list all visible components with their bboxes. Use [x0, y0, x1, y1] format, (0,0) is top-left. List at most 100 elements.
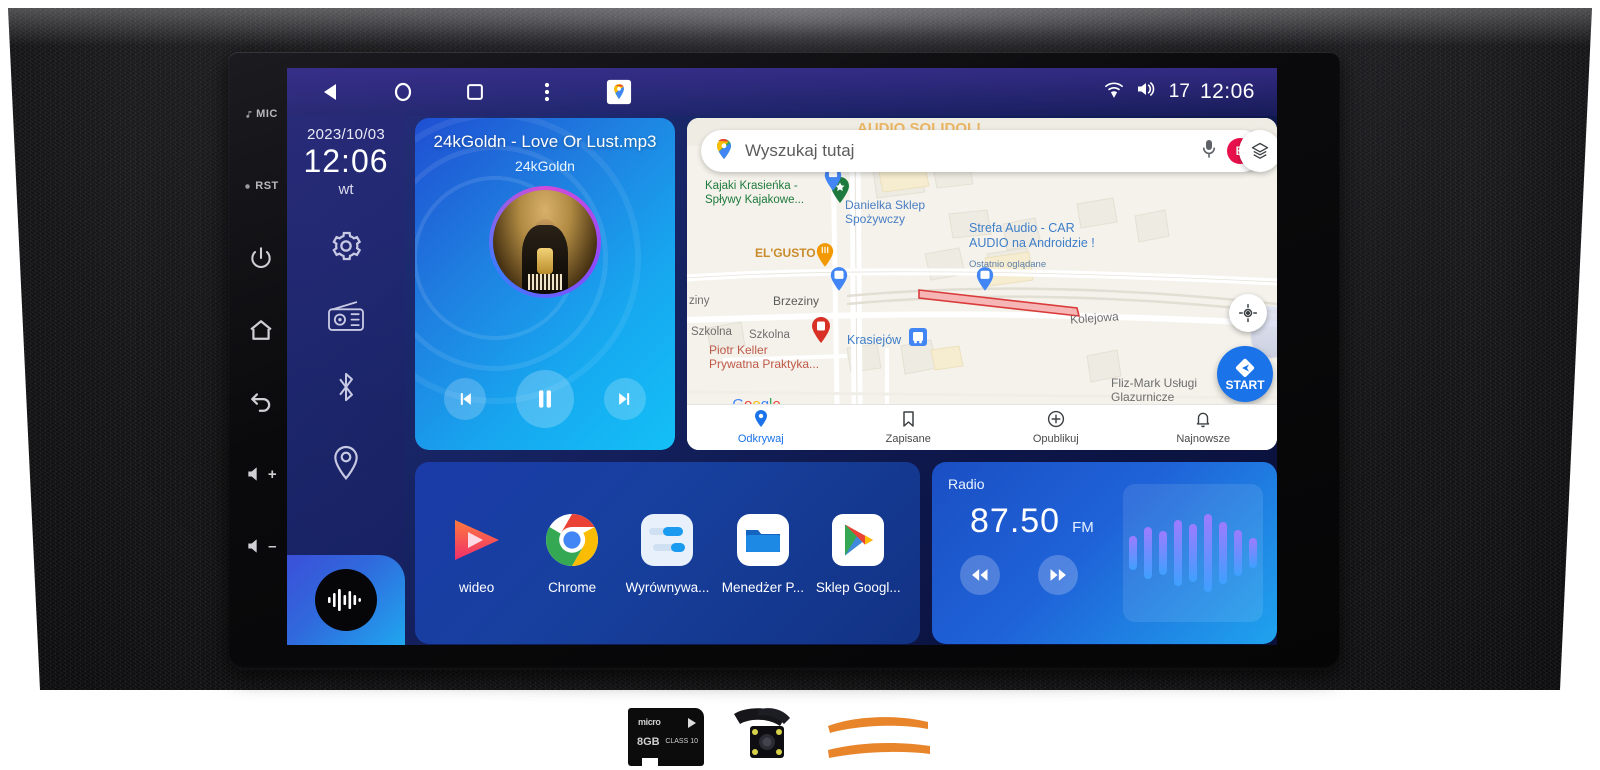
- microphone-icon[interactable]: [1201, 138, 1217, 165]
- map-tab-opublikuj[interactable]: Opublikuj: [982, 410, 1130, 445]
- volume-up-icon: [245, 464, 265, 484]
- radio-band: FM: [1072, 519, 1094, 536]
- app-wyrownywanie-label: Wyrównywa...: [625, 579, 710, 595]
- touchscreen-display[interactable]: 17 12:06 2023/10/03 12:06 wt 24kGoldn - …: [287, 68, 1277, 645]
- volume-down-icon: [245, 536, 265, 556]
- map-tab-odkrywaj[interactable]: Odkrywaj: [687, 410, 835, 445]
- location-pin-icon: [753, 410, 769, 431]
- album-art: [489, 186, 601, 298]
- settings-icon[interactable]: [328, 228, 364, 269]
- launcher-sidebar: 2023/10/03 12:06 wt: [287, 116, 405, 645]
- radio-seek-up-button[interactable]: [1038, 555, 1078, 595]
- radio-equalizer-visualizer: [1123, 484, 1263, 622]
- reverse-camera: [728, 704, 800, 766]
- eq-bar: [1189, 524, 1197, 582]
- music-controls: [415, 370, 675, 428]
- map-tab-najnowsze[interactable]: Najnowsze: [1130, 410, 1278, 445]
- google-maps-icon[interactable]: [605, 78, 633, 106]
- hardware-key-column: MIC RST + –: [232, 70, 290, 650]
- album-art-image: [493, 190, 597, 294]
- app-menedzer-plikow[interactable]: Menedżer P...: [717, 512, 809, 595]
- eq-bar: [1174, 520, 1182, 586]
- reset-dot-icon: [243, 182, 252, 191]
- hardware-key-reset-label: RST: [255, 180, 279, 192]
- wifi-icon: [1103, 80, 1125, 104]
- hardware-key-power[interactable]: [233, 222, 289, 294]
- music-player-card[interactable]: 24kGoldn - Love Or Lust.mp3 24kGoldn: [415, 118, 675, 450]
- start-navigation-button[interactable]: START: [1217, 346, 1273, 402]
- hardware-key-home[interactable]: [233, 294, 289, 366]
- file-manager-icon: [735, 512, 791, 568]
- map-pin-krasiejow[interactable]: [909, 328, 927, 351]
- app-chrome[interactable]: Chrome: [526, 512, 618, 595]
- back-icon[interactable]: [317, 78, 345, 106]
- hardware-key-mic[interactable]: MIC: [233, 78, 289, 150]
- poi-piotr-keller: Piotr Keller Prywatna Praktyka...: [709, 343, 820, 372]
- app-wyrownywanie[interactable]: Wyrównywa...: [621, 512, 713, 595]
- voice-assistant-icon: [315, 569, 377, 631]
- map-tab-odkrywaj-label: Odkrywaj: [737, 433, 784, 445]
- app-wideo[interactable]: wideo: [431, 512, 523, 595]
- app-chrome-label: Chrome: [548, 579, 597, 595]
- microsd-arrow-icon: [688, 718, 696, 728]
- hardware-key-back[interactable]: [233, 366, 289, 438]
- map-tab-zapisane[interactable]: Zapisane: [835, 410, 983, 445]
- pry-tools: [824, 710, 936, 766]
- navigation-buttons: [287, 78, 633, 106]
- chrome-icon: [544, 512, 600, 568]
- radio-card[interactable]: Radio 87.50 FM: [932, 462, 1277, 644]
- google-play-icon: [830, 512, 886, 568]
- radio-seek-down-button[interactable]: [960, 555, 1000, 595]
- previous-track-button[interactable]: [444, 378, 486, 420]
- plus-circle-icon: [1047, 410, 1065, 431]
- microsd-brand: micro: [638, 717, 661, 727]
- map-pin-piotr-keller[interactable]: [810, 314, 832, 349]
- power-icon: [248, 245, 274, 271]
- google-maps-card[interactable]: AUDIO SOLIDOL! Kajaki Krasieńka - Spływy…: [687, 118, 1277, 450]
- hardware-key-reset[interactable]: RST: [233, 150, 289, 222]
- sidebar-day-of-week: wt: [338, 180, 354, 198]
- album-art-barcode: [528, 274, 562, 290]
- home-icon[interactable]: [389, 78, 417, 106]
- map-search-bar[interactable]: Wyszukaj tutaj B: [701, 130, 1263, 172]
- overflow-icon[interactable]: [533, 78, 561, 106]
- music-artist: 24kGoldn: [515, 158, 575, 174]
- poi-danielka: Danielka Sklep Spożywczy: [845, 198, 926, 227]
- app-menedzer-plikow-label: Menedżer P...: [721, 579, 805, 595]
- next-track-button[interactable]: [604, 378, 646, 420]
- sidebar-time: 12:06: [303, 143, 389, 179]
- mic-note-icon: [244, 110, 253, 119]
- navigation-diamond-icon: [1235, 358, 1255, 377]
- street-szkolna-1: Szkolna: [691, 326, 732, 338]
- status-clock: 12:06: [1199, 80, 1255, 103]
- app-sklep-google-play[interactable]: Sklep Googl...: [812, 512, 904, 595]
- start-navigation-label: START: [1225, 378, 1265, 392]
- radio-frequency: 87.50: [970, 502, 1061, 540]
- microsd-notch: [642, 758, 658, 766]
- eq-bar: [1204, 514, 1212, 592]
- recenter-gps-icon[interactable]: [1229, 294, 1267, 332]
- microsd-card: micro 8GB CLASS 10: [628, 708, 704, 766]
- map-tab-najnowsze-label: Najnowsze: [1176, 433, 1231, 445]
- app-wideo-label: wideo: [459, 579, 495, 595]
- recents-icon[interactable]: [461, 78, 489, 106]
- music-track-title: 24kGoldn - Love Or Lust.mp3: [433, 132, 657, 151]
- video-player-icon: [449, 512, 505, 568]
- microsd-capacity: 8GB: [637, 736, 660, 748]
- layers-icon[interactable]: [1239, 130, 1277, 172]
- map-pin-transit-2[interactable]: [975, 264, 995, 297]
- radio-icon[interactable]: [325, 299, 367, 338]
- album-art-chain: [537, 248, 553, 275]
- street-ziny: ziny: [689, 295, 710, 307]
- gps-location-icon[interactable]: [329, 441, 363, 486]
- volume-level: 17: [1168, 81, 1190, 102]
- map-pin-transit-1[interactable]: [829, 264, 849, 297]
- microsd-class: CLASS 10: [665, 738, 698, 745]
- voice-assistant-button[interactable]: [287, 555, 405, 645]
- hardware-key-volume-down[interactable]: –: [233, 510, 289, 582]
- street-szkolna-2: Szkolna: [749, 329, 790, 341]
- hardware-key-volume-up[interactable]: +: [233, 438, 289, 510]
- pause-button[interactable]: [516, 370, 574, 428]
- bluetooth-icon[interactable]: [331, 368, 361, 411]
- map-bottom-nav: Odkrywaj Zapisane Opublikuj Najnowsze: [687, 404, 1277, 450]
